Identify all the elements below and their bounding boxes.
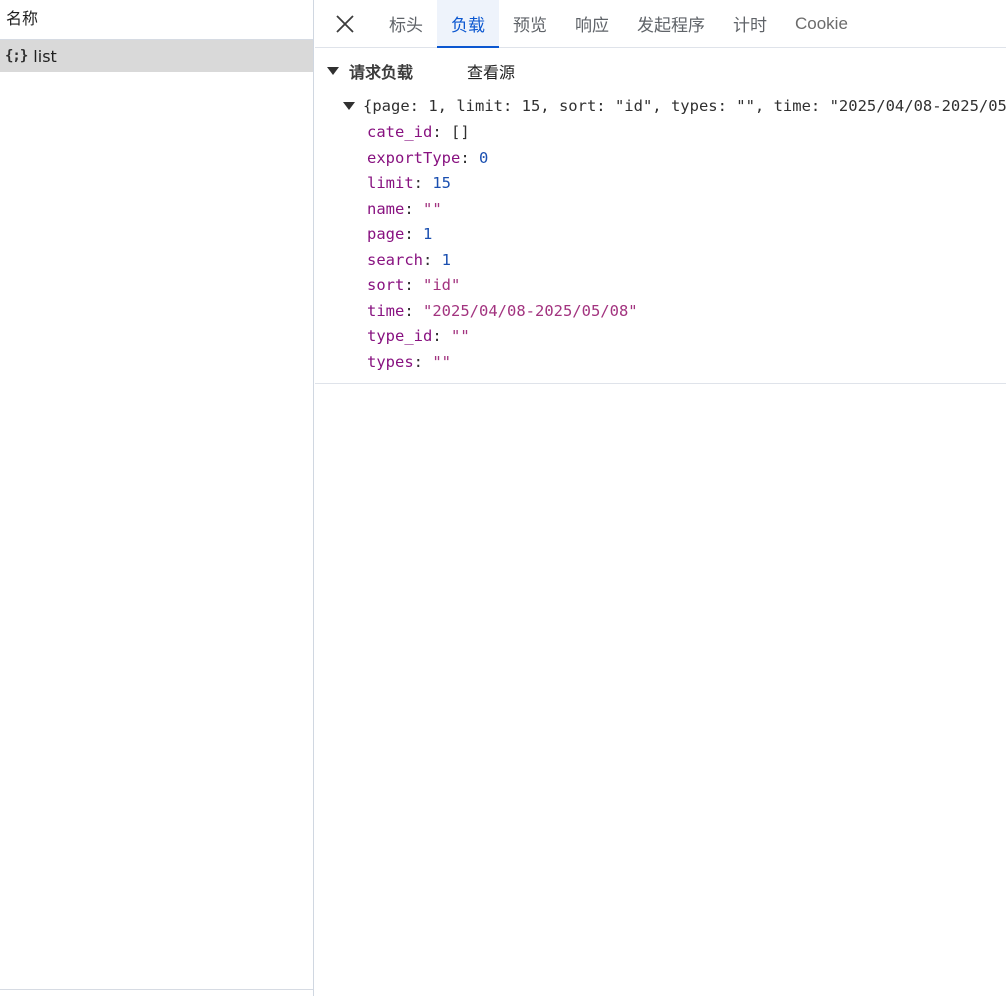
payload-property: cate_id: [] — [367, 123, 470, 141]
request-list-panel: 名称 {;} list — [0, 0, 314, 996]
property-value: "" — [432, 352, 452, 371]
property-value: 1 — [441, 250, 452, 269]
payload-summary-row[interactable]: {page: 1, limit: 15, sort: "id", types: … — [315, 92, 1006, 120]
tab-response[interactable]: 响应 — [561, 0, 623, 47]
property-key: limit — [367, 174, 414, 192]
property-value: "" — [423, 199, 442, 218]
tab-payload[interactable]: 负载 — [437, 0, 499, 48]
close-button[interactable] — [315, 0, 375, 47]
expand-triangle-icon[interactable] — [343, 102, 355, 110]
collapse-triangle-icon[interactable] — [327, 67, 339, 75]
property-key: time — [367, 301, 405, 320]
property-value: "2025/04/08-2025/05/08" — [423, 301, 638, 320]
property-key: name — [367, 199, 405, 218]
property-value: [] — [451, 123, 470, 141]
view-source-button[interactable]: 查看源 — [467, 59, 515, 83]
json-icon: {;} — [5, 48, 28, 64]
property-value: "id" — [423, 276, 461, 294]
request-details-panel: 标头 负载 预览 响应 发起程序 计时 Cookie 请求负载 查看源 {pag… — [315, 0, 1006, 996]
property-key: search — [367, 250, 423, 269]
payload-property: time: "2025/04/08-2025/05/08" — [367, 301, 638, 320]
property-key: cate_id — [367, 123, 433, 141]
payload-property: types: "" — [367, 352, 452, 371]
payload-property: limit: 15 — [367, 174, 452, 192]
request-name: list — [33, 46, 57, 66]
property-key: type_id — [367, 327, 433, 345]
property-value: 0 — [479, 148, 489, 167]
property-key: exportType — [367, 148, 461, 167]
payload-summary: {page: 1, limit: 15, sort: "id", types: … — [363, 97, 1006, 115]
payload-property: name: "" — [367, 199, 442, 218]
section-title: 请求负载 — [349, 63, 414, 82]
details-tabbar: 标头 负载 预览 响应 发起程序 计时 Cookie — [315, 0, 1006, 48]
payload-properties: cate_id: [] exportType: 0 limit: 15 name… — [315, 120, 1006, 375]
payload-property: search: 1 — [367, 250, 452, 269]
property-key: sort — [367, 276, 405, 294]
name-column-header[interactable]: 名称 — [0, 0, 313, 40]
property-key: page — [367, 225, 405, 243]
payload-property: page: 1 — [367, 225, 433, 243]
request-payload-section: 请求负载 查看源 {page: 1, limit: 15, sort: "id"… — [315, 48, 1006, 384]
payload-property: type_id: "" — [367, 327, 470, 345]
tab-cookies[interactable]: Cookie — [781, 0, 862, 47]
property-value: 15 — [432, 174, 452, 192]
property-key: types — [367, 352, 414, 371]
tab-timing[interactable]: 计时 — [719, 0, 781, 47]
payload-property: sort: "id" — [367, 276, 461, 294]
tab-preview[interactable]: 预览 — [499, 0, 561, 47]
divider — [0, 989, 313, 990]
close-icon — [336, 14, 354, 33]
tab-initiator[interactable]: 发起程序 — [623, 0, 719, 47]
property-value: "" — [451, 327, 470, 345]
tab-headers[interactable]: 标头 — [375, 0, 437, 47]
request-row-list[interactable]: {;} list — [0, 40, 313, 72]
property-value: 1 — [423, 225, 433, 243]
payload-property: exportType: 0 — [367, 148, 489, 167]
payload-section-header[interactable]: 请求负载 查看源 — [315, 58, 1006, 84]
